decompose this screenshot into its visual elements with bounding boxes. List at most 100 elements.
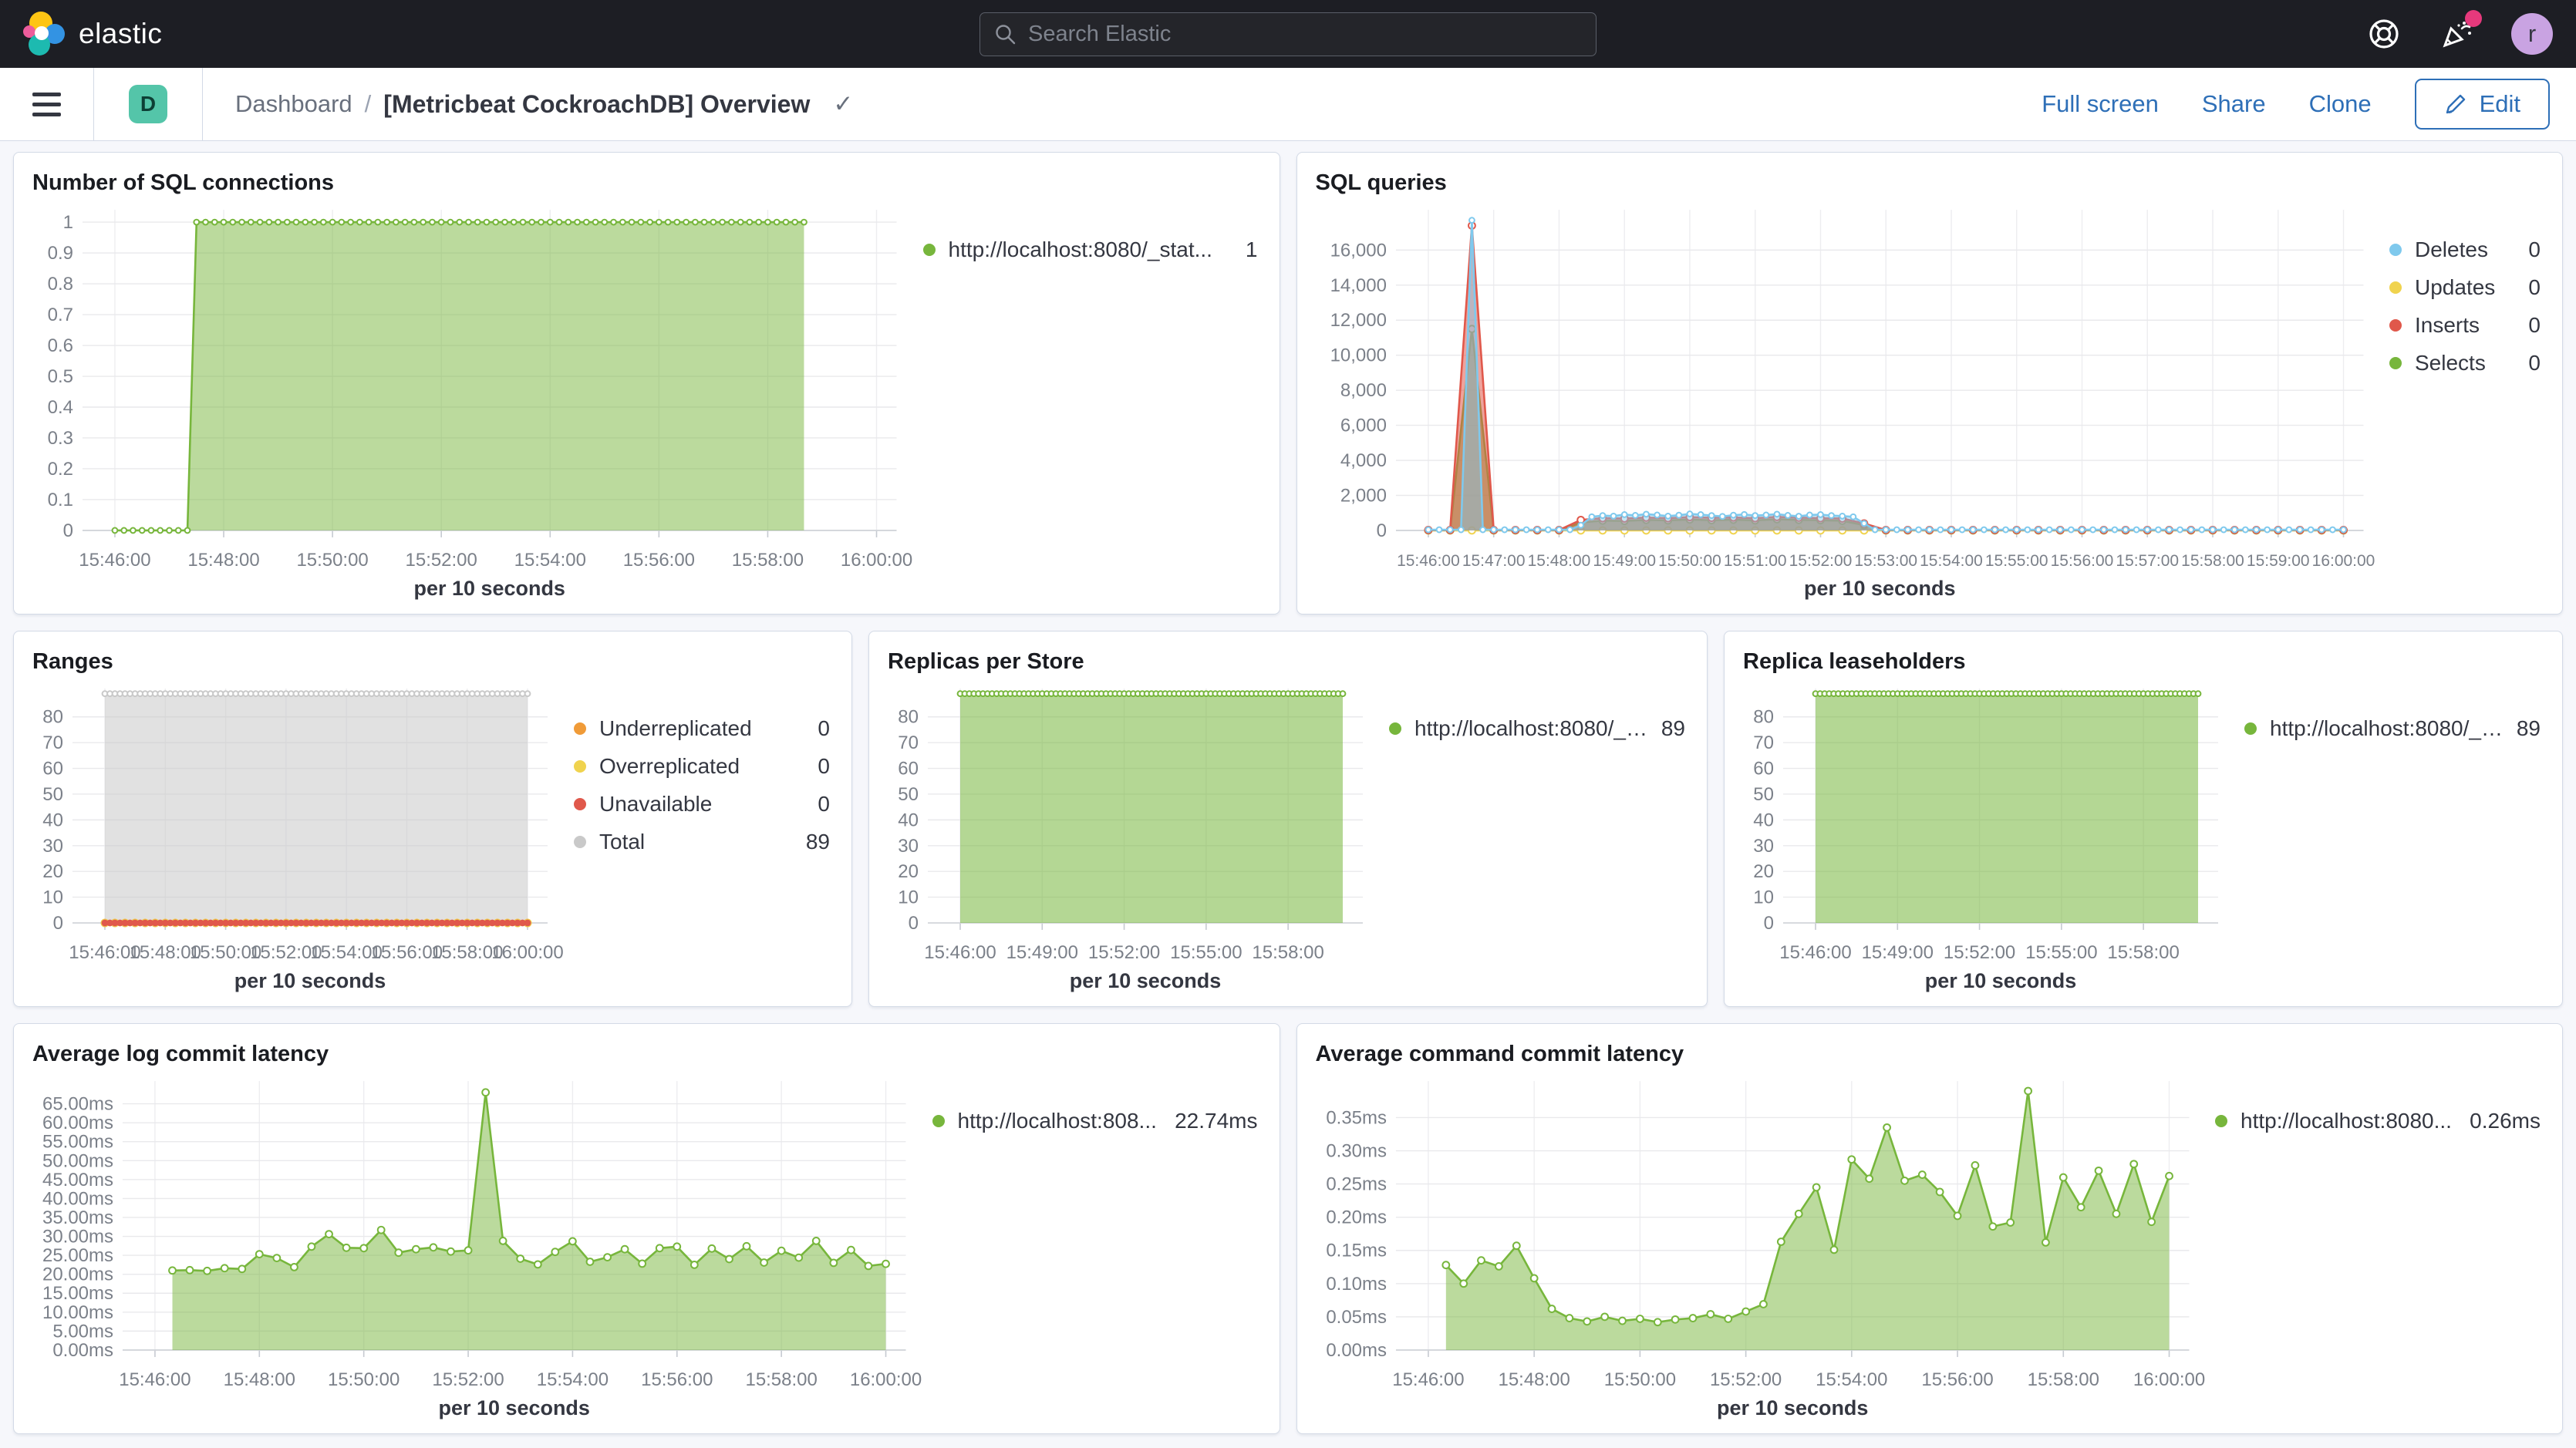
svg-text:0: 0 [1764,913,1774,934]
panel-ranges: Ranges 15:46:0015:48:0015:50:0015:52:001… [13,631,852,1007]
legend-color-dot [2215,1115,2227,1127]
svg-text:0.4: 0.4 [48,397,73,418]
svg-text:20.00ms: 20.00ms [42,1264,113,1285]
svg-text:70: 70 [1753,732,1774,753]
svg-text:15:55:00: 15:55:00 [1984,552,2048,570]
search-input[interactable] [1028,22,1582,47]
svg-text:60: 60 [1753,759,1774,780]
sql-queries-chart[interactable]: 15:46:0015:47:0015:48:0015:49:0015:50:00… [1316,199,2381,608]
svg-text:4,000: 4,000 [1340,450,1386,471]
menu-button[interactable] [32,93,61,116]
dashboard-actions: Full screen Share Clone Edit [2042,79,2576,130]
help-button[interactable] [2366,16,2402,52]
panel-log-commit-latency: Average log commit latency 15:46:0015:48… [13,1023,1280,1434]
breadcrumb-separator: / [365,90,372,118]
svg-text:0.10ms: 0.10ms [1326,1274,1387,1295]
svg-text:55.00ms: 55.00ms [42,1132,113,1153]
breadcrumb-toolbar: D Dashboard / [Metricbeat CockroachDB] O… [0,68,2576,141]
user-avatar[interactable]: r [2511,13,2553,55]
svg-text:15:50:00: 15:50:00 [1603,1369,1675,1390]
svg-text:15:52:00: 15:52:00 [1944,942,2015,963]
edit-button-label: Edit [2480,90,2520,118]
svg-text:15:52:00: 15:52:00 [1088,942,1160,963]
legend-label: Selects [2415,351,2515,375]
svg-text:0.9: 0.9 [48,243,73,264]
svg-text:8,000: 8,000 [1340,380,1386,401]
legend-label: http://localhost:808... [958,1109,1162,1133]
svg-text:15:50:00: 15:50:00 [296,550,368,571]
svg-text:15:48:00: 15:48:00 [224,1369,295,1390]
svg-text:per 10 seconds: per 10 seconds [1717,1396,1868,1419]
svg-text:16:00:00: 16:00:00 [841,550,912,571]
top-header: elastic [0,0,2576,68]
sql-connections-chart[interactable]: 15:46:0015:48:0015:50:0015:52:0015:54:00… [32,199,914,608]
legend-label: Updates [2415,275,2515,300]
svg-text:60: 60 [42,759,63,780]
global-search[interactable] [979,12,1597,56]
command-commit-latency-chart[interactable]: 15:46:0015:48:0015:50:0015:52:0015:54:00… [1316,1070,2207,1427]
ranges-chart[interactable]: 15:46:0015:48:0015:50:0015:52:0015:54:00… [32,678,565,1000]
legend-value: 0.26ms [2470,1109,2541,1133]
svg-text:15:46:00: 15:46:00 [1392,1369,1464,1390]
edit-button[interactable]: Edit [2415,79,2550,130]
legend-item: http://localhost:8080/_stat...1 [923,234,1258,265]
toolbar-divider [93,68,94,141]
search-icon [994,23,1017,46]
checkmark-icon[interactable]: ✓ [833,90,853,118]
legend-color-dot [2244,722,2257,735]
legend-color-dot [2389,244,2402,256]
svg-text:5.00ms: 5.00ms [52,1321,113,1342]
chart-legend: Underreplicated0Overreplicated0Unavailab… [565,678,833,1000]
elastic-logo[interactable]: elastic [23,10,162,58]
panel-title: Number of SQL connections [32,167,1261,199]
svg-text:70: 70 [898,732,919,753]
elastic-logo-icon [23,10,66,58]
legend-color-dot [2389,281,2402,294]
legend-item: Total89 [574,827,830,857]
chart-legend: http://localhost:8080/_sta...89 [1380,678,1688,1000]
svg-text:per 10 seconds: per 10 seconds [1070,969,1222,992]
legend-item: http://localhost:8080/_sta...89 [1389,713,1685,744]
svg-text:15:52:00: 15:52:00 [406,550,477,571]
svg-text:15:52:00: 15:52:00 [1789,552,1852,570]
svg-text:15:46:00: 15:46:00 [79,550,150,571]
legend-item: Updates0 [2389,272,2541,303]
legend-label: http://localhost:8080... [2241,1109,2456,1133]
clone-button[interactable]: Clone [2309,90,2372,118]
svg-text:15:55:00: 15:55:00 [2025,942,2097,963]
log-commit-latency-chart[interactable]: 15:46:0015:48:0015:50:0015:52:0015:54:00… [32,1070,923,1427]
legend-color-dot [932,1115,945,1127]
svg-text:20: 20 [1753,861,1774,882]
breadcrumb-dashboard[interactable]: Dashboard [235,90,352,118]
legend-value: 0 [818,792,830,817]
full-screen-button[interactable]: Full screen [2042,90,2159,118]
newsfeed-button[interactable] [2439,16,2474,52]
legend-color-dot [2389,319,2402,332]
legend-item: Deletes0 [2389,234,2541,265]
svg-text:40: 40 [1753,810,1774,830]
svg-text:15:49:00: 15:49:00 [1593,552,1656,570]
legend-color-dot [574,836,586,848]
replica-leaseholders-chart[interactable]: 15:46:0015:49:0015:52:0015:55:0015:58:00… [1743,678,2235,1000]
svg-text:15:50:00: 15:50:00 [1658,552,1721,570]
panel-replicas-per-store: Replicas per Store 15:46:0015:49:0015:52… [868,631,1708,1007]
svg-text:0.30ms: 0.30ms [1326,1141,1387,1162]
svg-text:0.8: 0.8 [48,274,73,295]
svg-text:15:46:00: 15:46:00 [1397,552,1460,570]
legend-color-dot [574,798,586,810]
svg-text:30.00ms: 30.00ms [42,1227,113,1248]
replicas-per-store-chart[interactable]: 15:46:0015:49:0015:52:0015:55:0015:58:00… [888,678,1380,1000]
svg-text:0.20ms: 0.20ms [1326,1207,1387,1228]
svg-text:15:56:00: 15:56:00 [1921,1369,1993,1390]
share-button[interactable]: Share [2202,90,2266,118]
svg-text:15:46:00: 15:46:00 [1779,942,1851,963]
svg-text:15:55:00: 15:55:00 [1170,942,1242,963]
svg-text:0.1: 0.1 [48,490,73,510]
space-switcher[interactable]: D [129,85,167,123]
svg-text:15:48:00: 15:48:00 [187,550,259,571]
chart-legend: http://localhost:8080... 0.26ms [2206,1070,2544,1427]
legend-label: Total [599,830,793,854]
svg-text:0.05ms: 0.05ms [1326,1307,1387,1328]
svg-text:50: 50 [1753,784,1774,805]
legend-color-dot [574,760,586,773]
